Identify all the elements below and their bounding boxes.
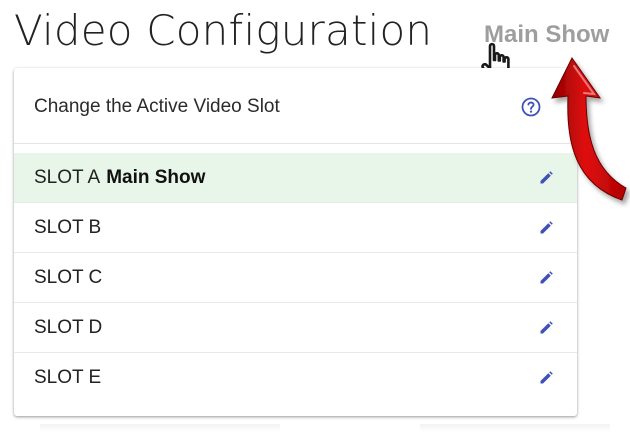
card-title: Change the Active Video Slot: [34, 96, 280, 117]
slot-text: SLOT E: [34, 366, 101, 390]
help-circle-icon[interactable]: [521, 97, 541, 117]
pencil-icon[interactable]: [539, 371, 553, 385]
slot-list: SLOT A Main Show SLOT B SLOT C SLOT D SL…: [14, 153, 577, 403]
slot-label: SLOT D: [34, 317, 103, 338]
list-bottom-shadow: [420, 424, 610, 432]
page-title: Video Configuration: [14, 6, 433, 55]
slot-text: SLOT D: [34, 316, 102, 340]
slot-label: SLOT B: [34, 217, 102, 238]
slot-label: SLOT A: [34, 167, 101, 188]
pencil-icon[interactable]: [539, 321, 553, 335]
list-bottom-shadow: [40, 424, 280, 432]
slot-row-a[interactable]: SLOT A Main Show: [14, 153, 577, 203]
slot-label: SLOT E: [34, 367, 102, 388]
slot-row-c[interactable]: SLOT C: [14, 253, 577, 303]
video-slot-card: Change the Active Video Slot SLOT A Main …: [14, 68, 577, 416]
curved-arrow-icon: [551, 57, 627, 201]
slot-text: SLOT C: [34, 266, 102, 290]
video-configuration-page: Video Configuration Main Show Change the…: [0, 0, 630, 433]
slot-row-b[interactable]: SLOT B: [14, 203, 577, 253]
pencil-icon[interactable]: [539, 271, 553, 285]
slot-label: SLOT C: [34, 267, 103, 288]
pencil-icon[interactable]: [539, 221, 553, 235]
slot-row-e[interactable]: SLOT E: [14, 353, 577, 403]
card-header: Change the Active Video Slot: [14, 68, 577, 144]
slot-row-d[interactable]: SLOT D: [14, 303, 577, 353]
slot-text: SLOT A Main Show: [34, 166, 205, 190]
slot-text: SLOT B: [34, 216, 101, 240]
slot-show-name: Main Show: [106, 167, 206, 188]
